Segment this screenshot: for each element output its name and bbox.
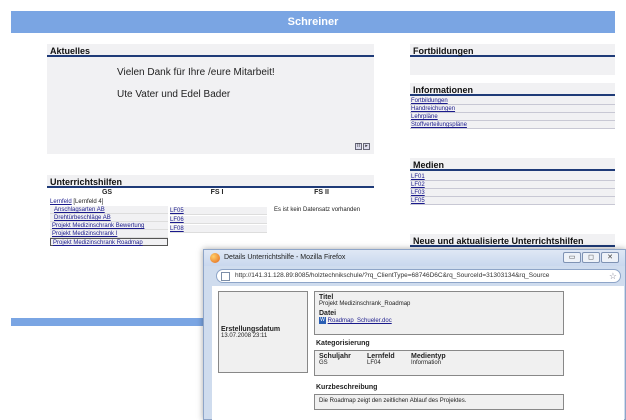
- aktuelles-panel: Vielen Dank für Ihre /eure Mitarbeit! Ut…: [47, 57, 374, 154]
- informationen-list: Fortbildungen Handreichungen Lehrpläne S…: [410, 96, 615, 129]
- list-item[interactable]: LF08: [170, 225, 267, 233]
- kategorisierung-label: Kategorisierung: [316, 340, 370, 347]
- list-item[interactable]: Projekt Medizinschrank Bewertung: [50, 222, 168, 230]
- erstellungsdatum-value: 13.07.2008 23:11: [221, 333, 268, 339]
- next-icon[interactable]: ▸: [363, 143, 370, 150]
- list-item: LF05: [410, 197, 615, 205]
- list-item[interactable]: LF06: [170, 216, 267, 224]
- maximize-button[interactable]: ◻: [582, 252, 600, 263]
- firefox-icon: [210, 253, 220, 263]
- word-doc-icon: W: [319, 317, 326, 324]
- window-controls: ▭ ◻ ✕: [563, 252, 619, 263]
- list-item[interactable]: LF05: [170, 207, 267, 215]
- details-popup-window[interactable]: Details Unterrichtshilfe - Mozilla Firef…: [203, 249, 626, 420]
- list-item[interactable]: Projekt Medizinschrank I: [50, 230, 168, 238]
- fs1-list: LF05 LF06 LF08: [170, 207, 267, 233]
- unterrichtshilfen-title: Unterrichtshilfen: [47, 175, 374, 188]
- page-header: Schreiner: [11, 11, 615, 33]
- footer-band: [11, 318, 206, 326]
- minimize-button[interactable]: ▭: [563, 252, 581, 263]
- url-bar[interactable]: http://141.31.128.89:8085/holztechniksch…: [216, 269, 621, 283]
- column-fs1: FS I: [210, 189, 224, 196]
- pause-icon[interactable]: II: [355, 143, 362, 150]
- kategorisierung-box: Schuljahr GS Lernfeld LF04 Medientyp Inf…: [314, 350, 564, 376]
- page-icon: [221, 272, 230, 281]
- schuljahr-label: Schuljahr: [319, 353, 351, 360]
- aktuelles-signature: Ute Vater und Edel Bader: [117, 89, 231, 100]
- fs2-empty-message: Es ist kein Datensatz vorhanden: [274, 207, 361, 213]
- list-item: Handreichungen: [410, 105, 615, 113]
- aktuelles-title: Aktuelles: [47, 44, 374, 57]
- medien-section: Medien LF01 LF02 LF03 LF05: [410, 158, 615, 205]
- list-item[interactable]: Anschlagsarten AB: [50, 206, 168, 214]
- kurzbeschreibung-label: Kurzbeschreibung: [316, 384, 378, 391]
- bookmark-star-icon[interactable]: ☆: [609, 270, 617, 282]
- list-item: LF03: [410, 189, 615, 197]
- list-item-selected[interactable]: Projekt Medizinschrank Roadmap: [50, 238, 168, 246]
- neue-title: Neue und aktualisierte Unterrichtshilfen: [410, 234, 615, 247]
- lernfeld-link[interactable]: Lernfeld: [50, 199, 72, 205]
- erstellungsdatum-box: Erstellungsdatum 13.07.2008 23:11: [218, 291, 308, 373]
- list-item: LF02: [410, 181, 615, 189]
- popup-content: Erstellungsdatum 13.07.2008 23:11 Titel …: [212, 286, 624, 420]
- datei-link-row: W Roadmap_Schueler.doc: [319, 317, 559, 324]
- list-item: LF01: [410, 173, 615, 181]
- popup-titlebar[interactable]: Details Unterrichtshilfe - Mozilla Firef…: [204, 250, 625, 266]
- column-gs: GS: [101, 189, 113, 196]
- medien-list: LF01 LF02 LF03 LF05: [410, 171, 615, 205]
- datei-label: Datei: [319, 310, 337, 317]
- datei-link[interactable]: Roadmap_Schueler.doc: [328, 318, 392, 324]
- page-title: Schreiner: [287, 16, 339, 28]
- url-text: http://141.31.128.89:8085/holztechniksch…: [235, 272, 550, 279]
- fortbildungen-section: Fortbildungen: [410, 44, 615, 75]
- erstellungsdatum-label: Erstellungsdatum: [221, 326, 281, 333]
- titel-value: Projekt Medizinschrank_Roadmap: [319, 301, 411, 307]
- column-fs2: FS II: [314, 189, 329, 196]
- popup-window-title: Details Unterrichtshilfe - Mozilla Firef…: [224, 254, 346, 261]
- fortbildungen-title: Fortbildungen: [410, 44, 615, 57]
- kurzbeschreibung-value: Die Roadmap zeigt den zeitlichen Ablauf …: [319, 398, 467, 404]
- aktuelles-controls: II ▸: [354, 142, 370, 150]
- titel-box: Titel Projekt Medizinschrank_Roadmap Dat…: [314, 291, 564, 335]
- medientyp-label: Medientyp: [411, 353, 446, 360]
- gs-list: Lernfeld [Lernfeld 4] Anschlagsarten AB …: [50, 198, 168, 246]
- close-button[interactable]: ✕: [601, 252, 619, 263]
- medien-title: Medien: [410, 158, 615, 171]
- aktuelles-message: Vielen Dank für Ihre /eure Mitarbeit!: [117, 67, 275, 78]
- kurzbeschreibung-box: Die Roadmap zeigt den zeitlichen Ablauf …: [314, 394, 564, 410]
- lernfeld-label: Lernfeld: [367, 353, 395, 360]
- schuljahr-value: GS: [319, 360, 328, 366]
- list-item[interactable]: Drehtürbeschläge AB: [50, 214, 168, 222]
- informationen-section: Informationen Fortbildungen Handreichung…: [410, 83, 615, 129]
- titel-label: Titel: [319, 294, 334, 301]
- list-item: Lehrpläne: [410, 113, 615, 121]
- lernfeld-value: LF04: [367, 360, 381, 366]
- medientyp-value: Information: [411, 360, 442, 366]
- aktuelles-section: Aktuelles Vielen Dank für Ihre /eure Mit…: [47, 44, 374, 154]
- list-item: Fortbildungen: [410, 97, 615, 105]
- gs-lernfeld-header: Lernfeld [Lernfeld 4]: [50, 199, 104, 205]
- list-item: Stoffverteilungspläne: [410, 121, 615, 129]
- informationen-title: Informationen: [410, 83, 615, 96]
